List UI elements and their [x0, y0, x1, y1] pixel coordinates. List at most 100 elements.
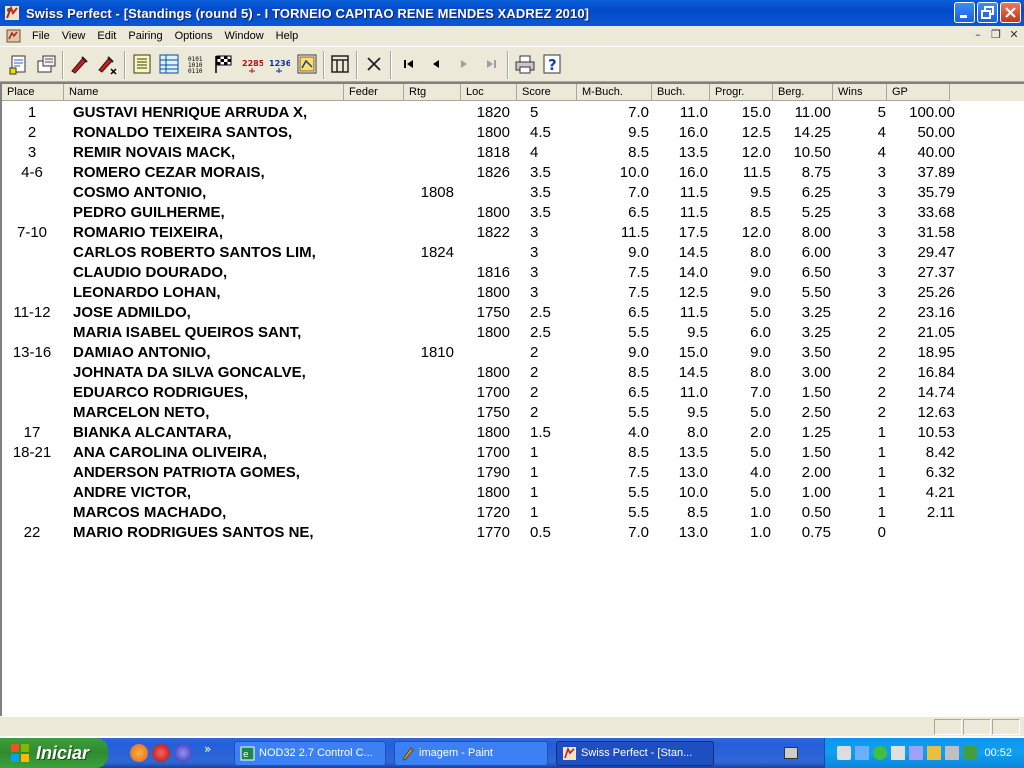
column-header-gp[interactable]: GP [887, 84, 950, 101]
menu-file[interactable]: File [26, 30, 56, 42]
scoreboard-icon[interactable] [328, 52, 352, 76]
column-header-feder[interactable]: Feder [344, 84, 404, 101]
table-row[interactable]: CARLOS ROBERTO SANTOS LIM, 1824 3 9.0 14.5 8.… [2, 243, 1024, 263]
cell-score: 2 [530, 344, 539, 361]
next-record-icon[interactable] [452, 52, 476, 76]
table-row[interactable]: ANDRE VICTOR, 1800 1 5.5 10.0 5.0 1.00 1 4.21 [2, 483, 1024, 503]
svg-text:0110: 0110 [188, 68, 203, 75]
cell-m-buch: 5.5 [628, 324, 649, 341]
menu-help[interactable]: Help [270, 30, 305, 42]
checkered-flag-icon[interactable] [212, 52, 236, 76]
mdi-minimize-button[interactable]: – [970, 28, 986, 42]
media-player-icon[interactable] [174, 744, 192, 762]
title-bar[interactable]: Swiss Perfect - [Standings (round 5) - I… [0, 0, 1024, 26]
crosstable-icon[interactable] [157, 52, 181, 76]
cell-buch: 13.0 [678, 464, 708, 481]
column-header-wins[interactable]: Wins [833, 84, 887, 101]
cell-m-buch: 7.5 [628, 264, 649, 281]
column-header-buch[interactable]: Buch. [652, 84, 710, 101]
open-tournament-icon[interactable] [34, 52, 58, 76]
column-header-score[interactable]: Score [517, 84, 577, 101]
print-icon[interactable] [513, 52, 537, 76]
mdi-restore-button[interactable]: ❐ [988, 28, 1004, 42]
cell-m-buch: 7.0 [628, 184, 649, 201]
edit-players-icon[interactable] [67, 52, 91, 76]
first-record-icon[interactable] [397, 52, 421, 76]
keyboard-icon[interactable] [784, 747, 798, 759]
column-header-berg[interactable]: Berg. [773, 84, 833, 101]
quicklaunch-expand-icon[interactable]: » [204, 742, 211, 756]
standings-icon[interactable] [130, 52, 154, 76]
network-connection-icon[interactable] [909, 746, 923, 760]
cell-gp: 37.89 [917, 164, 955, 181]
rating-1236-icon[interactable]: 1236 [267, 52, 291, 76]
table-row[interactable]: 13-16 DAMIAO ANTONIO, 1810 2 9.0 15.0 9.0 3.50 2… [2, 343, 1024, 363]
column-header-m-buch[interactable]: M-Buch. [577, 84, 652, 101]
table-row[interactable]: 18-21 ANA CAROLINA OLIVEIRA, 1700 1 8.5 13.5 5… [2, 443, 1024, 463]
cell-wins: 4 [877, 124, 886, 141]
volume-icon[interactable] [927, 746, 941, 760]
table-row[interactable]: ANDERSON PATRIOTA GOMES, 1790 1 7.5 13.0 4.0 2… [2, 463, 1024, 483]
table-row[interactable]: 22 MARIO RODRIGUES SANTOS NE, 1770 0.5 7.0 13… [2, 523, 1024, 543]
app-icon[interactable] [4, 5, 20, 21]
device-icon[interactable] [945, 746, 959, 760]
column-header-place[interactable]: Place [2, 84, 64, 101]
start-button[interactable]: Iniciar [0, 738, 108, 768]
previous-record-icon[interactable] [424, 52, 448, 76]
column-header-loc[interactable]: Loc [461, 84, 517, 101]
minimize-button[interactable] [954, 2, 975, 23]
table-row[interactable]: 11-12 JOSE ADMILDO, 1750 2.5 6.5 11.5 5.0 3.25 2… [2, 303, 1024, 323]
clock[interactable]: 00:52 [984, 738, 1012, 768]
display-icon[interactable] [891, 746, 905, 760]
document-icon[interactable] [6, 29, 22, 43]
rating-2285-icon[interactable]: 2285 [240, 52, 264, 76]
cell-loc: 1750 [476, 304, 510, 321]
table-row[interactable]: 4-6 ROMERO CEZAR MORAIS, 1826 3.5 10.0 16.0 11… [2, 163, 1024, 183]
standings-grid[interactable]: Place Name Feder Rtg Loc Score M-Buch. B… [0, 82, 1024, 716]
taskbar-item-nod32[interactable]: e NOD32 2.7 Control C... [234, 741, 386, 766]
table-row[interactable]: 17 BIANKA ALCANTARA, 1800 1.5 4.0 8.0 2.0 1.25 1… [2, 423, 1024, 443]
table-row[interactable]: 3 REMIR NOVAIS MACK, 1818 4 8.5 13.5 12.0 10.50… [2, 143, 1024, 163]
menu-options[interactable]: Options [169, 30, 219, 42]
menu-window[interactable]: Window [219, 30, 270, 42]
table-row[interactable]: PEDRO GUILHERME, 1800 3.5 6.5 11.5 8.5 5.25 3 33… [2, 203, 1024, 223]
table-row[interactable]: LEONARDO LOHAN, 1800 3 7.5 12.5 9.0 5.50 3 25.26 [2, 283, 1024, 303]
table-row[interactable]: MARIA ISABEL QUEIROS SANT, 1800 2.5 5.5 9.5 6… [2, 323, 1024, 343]
restore-button[interactable] [977, 2, 998, 23]
last-record-icon[interactable] [479, 52, 503, 76]
column-header-name[interactable]: Name [64, 84, 344, 101]
table-row[interactable]: MARCOS MACHADO, 1720 1 5.5 8.5 1.0 0.50 1 2.11 [2, 503, 1024, 523]
cell-name: GUSTAVI HENRIQUE ARRUDA X, [73, 104, 308, 121]
column-header-progr[interactable]: Progr. [710, 84, 773, 101]
close-button[interactable] [1000, 2, 1021, 23]
mdi-close-button[interactable]: ✕ [1006, 28, 1022, 42]
table-row[interactable]: JOHNATA DA SILVA GONCALVE, 1800 2 8.5 14.5 8.… [2, 363, 1024, 383]
new-tournament-icon[interactable] [7, 52, 31, 76]
table-row[interactable]: 7-10 ROMARIO TEIXEIRA, 1822 3 11.5 17.5 12.0 8.… [2, 223, 1024, 243]
pairing-icon[interactable]: 0101 1010 0110 [185, 52, 209, 76]
table-row[interactable]: 1 GUSTAVI HENRIQUE ARRUDA X, 1820 5 7.0 11.0 1… [2, 103, 1024, 123]
export-icon[interactable] [295, 52, 319, 76]
menu-view[interactable]: View [56, 30, 92, 42]
cell-buch: 11.0 [679, 104, 708, 121]
table-row[interactable]: EDUARCO RODRIGUES, 1700 2 6.5 11.0 7.0 1.50 2 14… [2, 383, 1024, 403]
cross-icon[interactable] [362, 52, 386, 76]
table-row[interactable]: CLAUDIO DOURADO, 1816 3 7.5 14.0 9.0 6.50 3 27.3… [2, 263, 1024, 283]
antivirus-icon[interactable] [873, 746, 887, 760]
table-row[interactable]: MARCELON NETO, 1750 2 5.5 9.5 5.0 2.50 2 12.63 [2, 403, 1024, 423]
status-panel [992, 719, 1020, 735]
menu-edit[interactable]: Edit [91, 30, 122, 42]
withdraw-player-icon[interactable] [95, 52, 119, 76]
help-icon[interactable]: ? [540, 52, 564, 76]
security-icon[interactable] [963, 746, 977, 760]
opera-icon[interactable] [152, 744, 170, 762]
table-row[interactable]: 2 RONALDO TEIXEIRA SANTOS, 1800 4.5 9.5 16.0 1… [2, 123, 1024, 143]
network-icon[interactable] [837, 746, 851, 760]
menu-pairing[interactable]: Pairing [122, 30, 168, 42]
table-row[interactable]: COSMO ANTONIO, 1808 3.5 7.0 11.5 9.5 6.25 3 35.7… [2, 183, 1024, 203]
column-header-rtg[interactable]: Rtg [404, 84, 461, 101]
taskbar-item-paint[interactable]: imagem - Paint [394, 741, 548, 766]
monitor-icon[interactable] [855, 746, 869, 760]
firefox-icon[interactable] [130, 744, 148, 762]
taskbar-item-swiss-perfect[interactable]: Swiss Perfect - [Stan... [556, 741, 714, 766]
